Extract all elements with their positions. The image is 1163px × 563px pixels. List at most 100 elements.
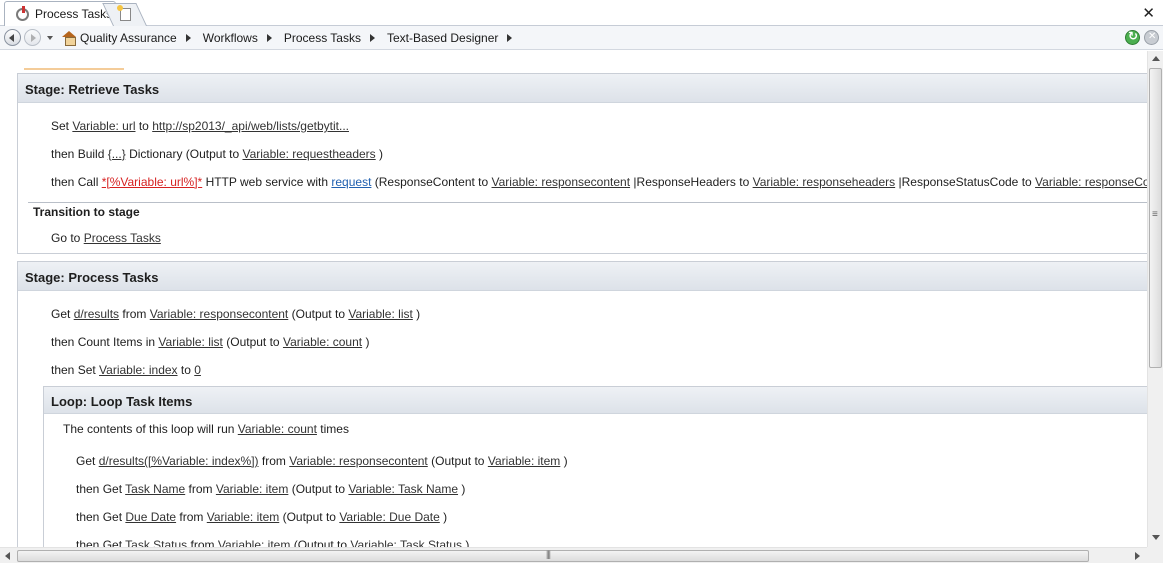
close-icon[interactable]: ✕ xyxy=(1142,4,1155,22)
breadcrumb-bar: Quality Assurance Workflows Process Task… xyxy=(0,26,1163,50)
stage-process-tasks[interactable]: Stage: Process Tasks Get d/results from … xyxy=(17,261,1147,547)
value-link[interactable]: 0 xyxy=(194,363,201,377)
variable-list-link[interactable]: Variable: list xyxy=(348,307,412,321)
field-link[interactable]: Task Status xyxy=(125,538,187,547)
text: (Output to xyxy=(291,482,346,496)
text: ) xyxy=(465,538,470,547)
variable-due-date-link[interactable]: Variable: Due Date xyxy=(339,510,440,524)
text: ) xyxy=(379,147,384,161)
insertion-marker xyxy=(24,68,124,71)
document-tab-strip: Process Tasks ✕ xyxy=(0,0,1163,26)
text: The contents of this loop will run xyxy=(63,422,235,436)
variable-responsecontent-link[interactable]: Variable: responsecontent xyxy=(289,454,428,468)
goto-target-link[interactable]: Process Tasks xyxy=(84,231,161,245)
transition-divider xyxy=(28,202,1147,203)
text: from xyxy=(188,482,213,496)
field-link[interactable]: Due Date xyxy=(125,510,176,524)
text: (Output to xyxy=(282,510,336,524)
call-url-link[interactable]: *[%Variable: url%]* xyxy=(102,175,203,189)
text: (ResponseContent to xyxy=(374,175,489,189)
loop-title[interactable]: Loop: Loop Task Items xyxy=(44,387,1147,414)
path-link[interactable]: d/results xyxy=(74,307,119,321)
variable-item-link[interactable]: Variable: item xyxy=(216,482,288,496)
breadcrumb-arrow-icon[interactable] xyxy=(266,34,272,42)
text: to xyxy=(138,119,149,133)
action-count-items: then Count Items in Variable: list (Outp… xyxy=(51,335,369,349)
text: |ResponseHeaders to xyxy=(633,175,750,189)
action-set-index: then Set Variable: index to 0 xyxy=(51,363,201,377)
request-link[interactable]: request xyxy=(331,175,371,189)
action-set-url: Set Variable: url to http://sp2013/_api/… xyxy=(51,119,349,133)
text: ) xyxy=(461,482,466,496)
text: then Get xyxy=(76,510,123,524)
action-build-dictionary: then Build {...} Dictionary (Output to V… xyxy=(51,147,383,161)
breadcrumb-arrow-icon[interactable] xyxy=(185,34,191,42)
text: (Output to xyxy=(431,454,485,468)
breadcrumb-workflows[interactable]: Workflows xyxy=(203,31,258,45)
breadcrumb-arrow-icon[interactable] xyxy=(369,34,375,42)
field-link[interactable]: Task Name xyxy=(125,482,185,496)
transition-goto: Go to Process Tasks xyxy=(51,231,161,245)
back-button[interactable] xyxy=(4,29,21,46)
history-dropdown-icon[interactable] xyxy=(47,36,53,40)
variable-responsecontent-link[interactable]: Variable: responsecontent xyxy=(492,175,631,189)
refresh-icon[interactable] xyxy=(1125,29,1140,45)
stage-retrieve-tasks[interactable]: Stage: Retrieve Tasks Set Variable: url … xyxy=(17,73,1147,254)
horizontal-scroll-thumb[interactable] xyxy=(17,549,1089,562)
stage-title[interactable]: Stage: Retrieve Tasks xyxy=(18,74,1147,103)
text: Go to xyxy=(51,231,81,245)
variable-task-status-link[interactable]: Variable: Task Status xyxy=(350,538,462,547)
text: ) xyxy=(365,335,370,349)
breadcrumb-arrow-icon[interactable] xyxy=(507,34,513,42)
dictionary-link[interactable]: {...} xyxy=(108,147,126,161)
scroll-right-icon[interactable] xyxy=(1135,552,1140,560)
forward-button[interactable] xyxy=(24,29,41,46)
loop-action-get-task-name: then Get Task Name from Variable: item (… xyxy=(76,482,465,496)
new-page-icon[interactable] xyxy=(117,5,131,21)
variable-task-name-link[interactable]: Variable: Task Name xyxy=(348,482,458,496)
scroll-left-icon[interactable] xyxy=(5,552,10,560)
variable-item-link[interactable]: Variable: item xyxy=(207,510,279,524)
variable-responsecontent-link[interactable]: Variable: responsecontent xyxy=(150,307,289,321)
variable-url-link[interactable]: Variable: url xyxy=(72,119,135,133)
home-icon[interactable] xyxy=(62,31,77,46)
path-link[interactable]: d/results([%Variable: index%]) xyxy=(99,454,259,468)
text: from xyxy=(261,454,286,468)
scrollbar-corner xyxy=(1147,547,1163,563)
variable-responseheaders-link[interactable]: Variable: responseheaders xyxy=(753,175,896,189)
url-value-link[interactable]: http://sp2013/_api/web/lists/getbytit... xyxy=(152,119,349,133)
text: Dictionary (Output to xyxy=(129,147,240,161)
scroll-down-icon[interactable] xyxy=(1152,535,1160,540)
vertical-scroll-thumb[interactable] xyxy=(1149,68,1162,368)
action-call-http: then Call *[%Variable: url%]* HTTP web s… xyxy=(51,175,1147,189)
breadcrumb-text-based-designer[interactable]: Text-Based Designer xyxy=(387,31,498,45)
breadcrumb-quality-assurance[interactable]: Quality Assurance xyxy=(80,31,177,45)
tab-process-tasks[interactable]: Process Tasks xyxy=(4,1,116,26)
text: then Count Items in xyxy=(51,335,156,349)
vertical-scrollbar[interactable] xyxy=(1147,51,1163,547)
text: (Output to xyxy=(291,307,345,321)
text: |ResponseStatusCode to xyxy=(898,175,1032,189)
text: from xyxy=(122,307,147,321)
text: HTTP web service with xyxy=(205,175,329,189)
variable-count-link[interactable]: Variable: count xyxy=(283,335,362,349)
loop-action-get-due-date: then Get Due Date from Variable: item (O… xyxy=(76,510,447,524)
variable-requestheaders-link[interactable]: Variable: requestheaders xyxy=(242,147,375,161)
transition-title: Transition to stage xyxy=(33,205,140,219)
variable-list-link[interactable]: Variable: list xyxy=(158,335,222,349)
breadcrumb-process-tasks[interactable]: Process Tasks xyxy=(284,31,361,45)
variable-item-link[interactable]: Variable: item xyxy=(218,538,290,547)
variable-item-link[interactable]: Variable: item xyxy=(488,454,560,468)
text: then Call xyxy=(51,175,99,189)
stop-icon[interactable] xyxy=(1144,30,1159,45)
text: then Set xyxy=(51,363,96,377)
variable-index-link[interactable]: Variable: index xyxy=(99,363,178,377)
variable-count-link[interactable]: Variable: count xyxy=(238,422,317,436)
text: Set xyxy=(51,119,70,133)
scroll-up-icon[interactable] xyxy=(1152,56,1160,61)
horizontal-scrollbar[interactable] xyxy=(0,547,1147,563)
variable-responsecode-link[interactable]: Variable: responseCode xyxy=(1035,175,1147,189)
loop-task-items[interactable]: Loop: Loop Task Items The contents of th… xyxy=(43,386,1147,547)
text: then Get xyxy=(76,538,123,547)
stage-title[interactable]: Stage: Process Tasks xyxy=(18,262,1147,291)
